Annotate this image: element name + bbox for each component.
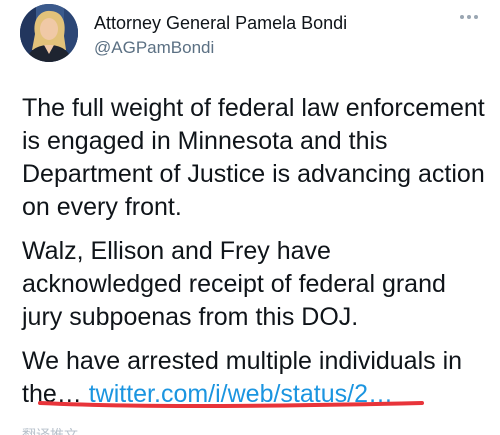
author-display-name[interactable]: Attorney General Pamela Bondi	[94, 12, 347, 34]
tweet-paragraph-2: Walz, Ellison and Frey have acknowledged…	[22, 237, 446, 331]
tweet-card: Attorney General Pamela Bondi @AGPamBond…	[0, 0, 500, 435]
tweet-paragraph-1: The full weight of federal law enforceme…	[22, 94, 485, 221]
red-underline-annotation	[38, 401, 424, 408]
author-handle[interactable]: @AGPamBondi	[94, 37, 347, 59]
profile-photo-icon	[20, 4, 78, 62]
tweet-body: The full weight of federal law enforceme…	[22, 92, 492, 422]
avatar[interactable]	[20, 4, 78, 62]
author-names: Attorney General Pamela Bondi @AGPamBond…	[94, 12, 347, 59]
tweet-header: Attorney General Pamela Bondi @AGPamBond…	[20, 4, 480, 64]
translate-tweet-link[interactable]: 翻译推文	[22, 428, 78, 435]
more-horizontal-icon[interactable]	[458, 10, 480, 24]
